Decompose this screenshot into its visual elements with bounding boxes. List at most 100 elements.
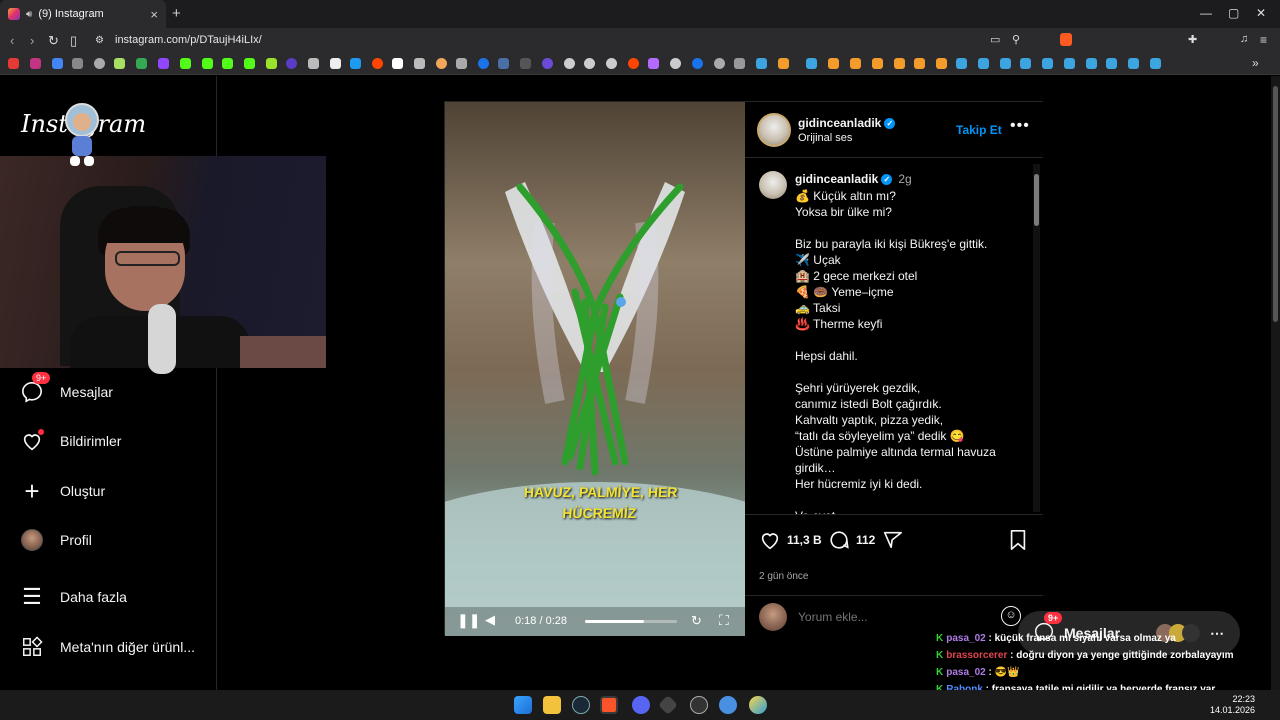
bookmark-kick-icon[interactable] (222, 58, 233, 69)
brave-shield-icon[interactable] (1060, 33, 1072, 46)
extensions-icon[interactable]: ✚ (1188, 33, 1197, 46)
bookmark-icon[interactable] (936, 58, 947, 69)
bookmark-icon[interactable] (414, 58, 425, 69)
page-scroll-thumb[interactable] (1273, 86, 1278, 322)
bookmark-icon[interactable]: ▯ (70, 33, 77, 49)
start-icon[interactable] (514, 696, 532, 714)
sidebar-item-meta-apps[interactable]: Meta'nın diğer ürünl... (20, 635, 195, 659)
media-icon[interactable]: ♫ (1240, 33, 1248, 45)
reload-icon[interactable]: ↻ (48, 33, 59, 49)
bookmark-icon[interactable] (828, 58, 839, 69)
bookmark-icon[interactable] (286, 58, 297, 69)
bookmark-icon[interactable] (584, 58, 595, 69)
site-settings-icon[interactable]: ⚙ (95, 35, 104, 46)
bookmark-icon[interactable] (456, 58, 467, 69)
caption-scroll-thumb[interactable] (1034, 174, 1039, 226)
bookmark-icon[interactable] (266, 58, 277, 69)
bookmark-reddit-icon[interactable] (372, 58, 383, 69)
bookmark-youtube-icon[interactable] (8, 58, 19, 69)
bookmark-icon[interactable] (520, 58, 531, 69)
more-bookmarks-icon[interactable]: » (1252, 56, 1259, 70)
page-scrollbar[interactable] (1271, 76, 1280, 690)
file-explorer-icon[interactable] (543, 696, 561, 714)
bookmark-icon[interactable] (670, 58, 681, 69)
save-button[interactable] (1008, 529, 1028, 551)
url-field[interactable]: instagram.com/p/DTaujH4iLIx/ (115, 34, 262, 46)
bookmark-icon[interactable] (628, 58, 639, 69)
comment-input[interactable] (798, 607, 988, 627)
bookmark-icon[interactable] (114, 58, 125, 69)
bookmark-icon[interactable] (94, 58, 105, 69)
bookmark-steam-icon[interactable] (1020, 58, 1031, 69)
zoom-icon[interactable]: ⚲ (1012, 33, 1020, 46)
bookmark-kick-icon[interactable] (180, 58, 191, 69)
sidebar-item-notifications[interactable]: Bildirimler (20, 429, 121, 453)
sidebar-item-more[interactable]: ☰ Daha fazla (20, 584, 127, 609)
bookmark-icon[interactable] (308, 58, 319, 69)
bookmark-instagram-icon[interactable] (30, 58, 41, 69)
bookmark-steam-icon[interactable] (1000, 58, 1011, 69)
maximize-button[interactable]: ▢ (1228, 6, 1239, 20)
pause-icon[interactable]: ❚❚ (457, 612, 480, 629)
audio-label[interactable]: Orijinal ses (798, 132, 852, 144)
share-button[interactable] (882, 529, 904, 551)
bookmark-steam-icon[interactable] (756, 58, 767, 69)
bookmark-icon[interactable] (136, 58, 147, 69)
bookmark-icon[interactable] (606, 58, 617, 69)
bookmark-folder-icon[interactable] (734, 58, 745, 69)
bookmark-x-icon[interactable] (330, 58, 341, 69)
bookmark-steam-icon[interactable] (1106, 58, 1117, 69)
video-progress-bar[interactable] (585, 620, 677, 623)
bookmark-steam-icon[interactable] (1150, 58, 1161, 69)
bookmark-icon[interactable] (714, 58, 725, 69)
browser-menu-icon[interactable]: ≡ (1260, 33, 1267, 47)
like-button[interactable]: 11,3 B (759, 529, 822, 551)
sidebar-item-create[interactable]: + Oluştur (20, 476, 105, 506)
comment-button[interactable]: 112 (828, 529, 875, 551)
bookmark-steam-icon[interactable] (1042, 58, 1053, 69)
speaker-icon[interactable]: 🔊︎ (26, 9, 32, 20)
app-icon[interactable] (658, 695, 678, 715)
minimize-button[interactable]: — (1200, 6, 1212, 20)
author-avatar[interactable] (757, 113, 791, 147)
bookmark-steam-icon[interactable] (1064, 58, 1075, 69)
app-icon[interactable] (719, 696, 737, 714)
app-icon[interactable] (749, 696, 767, 714)
bookmark-icon[interactable] (894, 58, 905, 69)
screenshot-icon[interactable]: ▭ (990, 33, 1000, 46)
bookmark-icon[interactable] (72, 58, 83, 69)
volume-icon[interactable]: ◀︎ (485, 612, 495, 628)
bookmark-icon[interactable] (564, 58, 575, 69)
system-clock[interactable]: 22:23 14.01.2026 (1210, 694, 1255, 716)
bookmark-icon[interactable] (914, 58, 925, 69)
author-username[interactable]: gidinceanladik ✓ (798, 116, 896, 130)
bookmark-icon[interactable] (478, 58, 489, 69)
forward-icon[interactable]: › (30, 33, 34, 48)
post-video[interactable]: HAVUZ, PALMİYE, HER HÜCREMİZ ❚❚ ◀︎ 0:18 … (445, 102, 745, 636)
discord-icon[interactable] (632, 696, 650, 714)
bookmark-steam-icon[interactable] (806, 58, 817, 69)
bookmark-steam-icon[interactable] (978, 58, 989, 69)
bookmark-steam-icon[interactable] (956, 58, 967, 69)
caption-author-avatar[interactable] (759, 171, 787, 199)
bookmark-kick-icon[interactable] (202, 58, 213, 69)
new-tab-button[interactable]: + (172, 5, 181, 22)
bookmark-icon[interactable] (872, 58, 883, 69)
bookmark-icon[interactable] (850, 58, 861, 69)
follow-button[interactable]: Takip Et (956, 123, 1002, 137)
brave-browser-icon[interactable] (600, 696, 618, 714)
browser-tab[interactable]: 🔊︎ (9) Instagram × (0, 0, 166, 28)
caption-scrollbar[interactable] (1033, 164, 1040, 512)
bookmark-icon[interactable] (692, 58, 703, 69)
bookmark-steam-icon[interactable] (1086, 58, 1097, 69)
back-icon[interactable]: ‹ (10, 33, 14, 48)
close-window-button[interactable]: ✕ (1256, 6, 1266, 20)
steam-icon[interactable] (572, 696, 590, 714)
bookmark-icon[interactable] (648, 58, 659, 69)
obs-icon[interactable] (690, 696, 708, 714)
bookmark-icon[interactable] (52, 58, 63, 69)
bookmark-icon[interactable] (392, 58, 403, 69)
bookmark-icon[interactable] (436, 58, 447, 69)
bookmark-icon[interactable] (350, 58, 361, 69)
bookmark-icon[interactable] (498, 58, 509, 69)
